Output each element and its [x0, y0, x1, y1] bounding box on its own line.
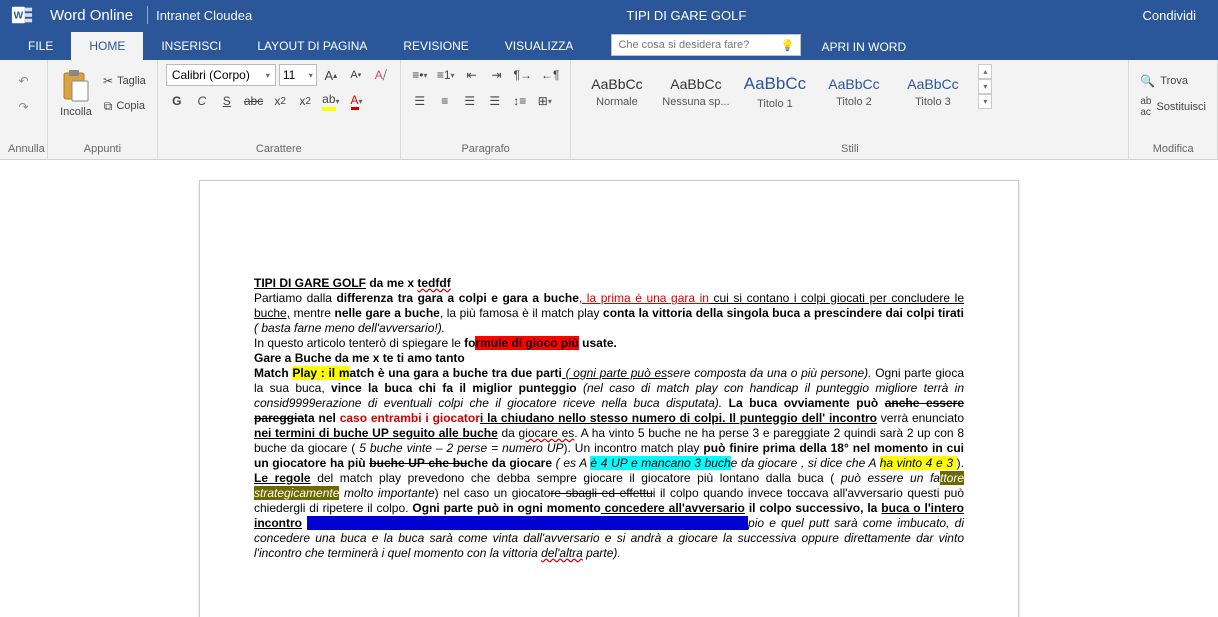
font-color-button[interactable]: A▾ [346, 90, 368, 112]
group-label-font: Carattere [166, 143, 392, 157]
highlight-button[interactable]: ab▾ [319, 90, 342, 112]
paste-icon [60, 66, 92, 106]
tab-review[interactable]: REVISIONE [385, 32, 486, 60]
tab-layout[interactable]: LAYOUT DI PAGINA [239, 32, 385, 60]
align-right-button[interactable]: ☰ [459, 90, 481, 112]
tellme-placeholder: Che cosa si desidera fare? [618, 39, 749, 51]
doc-title: TIPI DI GARE GOLF [254, 276, 366, 290]
styles-scroll-up[interactable]: ▴ [978, 64, 992, 79]
rtl-button[interactable]: ←¶ [538, 64, 562, 86]
ltr-button[interactable]: ¶→ [511, 64, 535, 86]
strikethrough-button[interactable]: abc [241, 90, 266, 112]
document-page[interactable]: TIPI DI GARE GOLF da me x tedfdf Partiam… [199, 180, 1019, 617]
superscript-button[interactable]: x2 [294, 90, 316, 112]
scissors-icon: ✂ [103, 74, 113, 88]
group-label-paragraph: Paragrafo [409, 143, 563, 157]
subscript-button[interactable]: x2 [269, 90, 291, 112]
group-label-styles: Stili [579, 143, 1120, 157]
underline-button[interactable]: S [216, 90, 238, 112]
app-name: Word Online [44, 7, 139, 24]
numbering-button[interactable]: ≡1▾ [434, 64, 458, 86]
replace-icon: abac [1140, 96, 1151, 118]
word-logo-icon: W [4, 0, 40, 30]
tab-file[interactable]: FILE [10, 32, 71, 60]
decrease-indent-button[interactable]: ⇤ [461, 64, 483, 86]
align-center-button[interactable]: ≡ [434, 90, 456, 112]
font-name-select[interactable]: Calibri (Corpo)▾ [166, 64, 276, 86]
style-titolo-3[interactable]: AaBbCc Titolo 3 [895, 64, 970, 120]
italic-button[interactable]: C [191, 90, 213, 112]
copy-button[interactable]: ⧉ Copia [100, 95, 149, 117]
clear-formatting-button[interactable]: A⧸ [370, 64, 392, 86]
group-label-editing: Modifica [1137, 143, 1209, 157]
lightbulb-icon: 💡 [781, 39, 795, 52]
document-title: TIPI DI GARE GOLF [252, 8, 1120, 23]
binoculars-icon: 🔍 [1140, 74, 1155, 88]
document-canvas[interactable]: TIPI DI GARE GOLF da me x tedfdf Partiam… [0, 160, 1218, 617]
undo-button[interactable]: ↶ [13, 70, 35, 92]
replace-button[interactable]: abac Sostituisci [1137, 96, 1209, 118]
styles-scroll-down[interactable]: ▾ [978, 79, 992, 94]
tellme-search[interactable]: Che cosa si desidera fare? 💡 [611, 34, 801, 56]
bullets-button[interactable]: ≡•▾ [409, 64, 431, 86]
redo-button[interactable]: ↷ [13, 96, 35, 118]
cut-button[interactable]: ✂ Taglia [100, 70, 149, 92]
tab-home[interactable]: HOME [71, 32, 143, 60]
svg-text:W: W [14, 11, 24, 22]
style-normale[interactable]: AaBbCc Normale [579, 64, 654, 120]
group-label-clipboard: Appunti [56, 143, 149, 157]
find-button[interactable]: 🔍 Trova [1137, 70, 1191, 92]
paste-button[interactable]: Incolla [56, 64, 96, 120]
bold-button[interactable]: G [166, 90, 188, 112]
font-size-select[interactable]: 11▾ [279, 64, 317, 86]
copy-icon: ⧉ [104, 99, 113, 114]
special-indent-button[interactable]: ⊞▾ [534, 90, 556, 112]
style-titolo-1[interactable]: AaBbCc Titolo 1 [737, 64, 812, 120]
styles-expand[interactable]: ▾ [978, 94, 992, 109]
justify-button[interactable]: ☰ [484, 90, 506, 112]
tab-insert[interactable]: INSERISCI [143, 32, 239, 60]
grow-font-button[interactable]: A▴ [320, 64, 342, 86]
line-spacing-button[interactable]: ↕≡ [509, 90, 531, 112]
site-name[interactable]: Intranet Cloudea [156, 8, 252, 23]
document-body[interactable]: TIPI DI GARE GOLF da me x tedfdf Partiam… [254, 276, 964, 561]
group-label-undo: Annulla [8, 143, 39, 157]
open-in-word-button[interactable]: APRI IN WORD [801, 40, 926, 54]
increase-indent-button[interactable]: ⇥ [486, 64, 508, 86]
share-button[interactable]: Condividi [1121, 0, 1218, 30]
shrink-font-button[interactable]: A▾ [345, 64, 367, 86]
align-left-button[interactable]: ☰ [409, 90, 431, 112]
style-titolo-2[interactable]: AaBbCc Titolo 2 [816, 64, 891, 120]
style-nessuna-spaziatura[interactable]: AaBbCc Nessuna sp... [658, 64, 733, 120]
tab-view[interactable]: VISUALIZZA [487, 32, 592, 60]
